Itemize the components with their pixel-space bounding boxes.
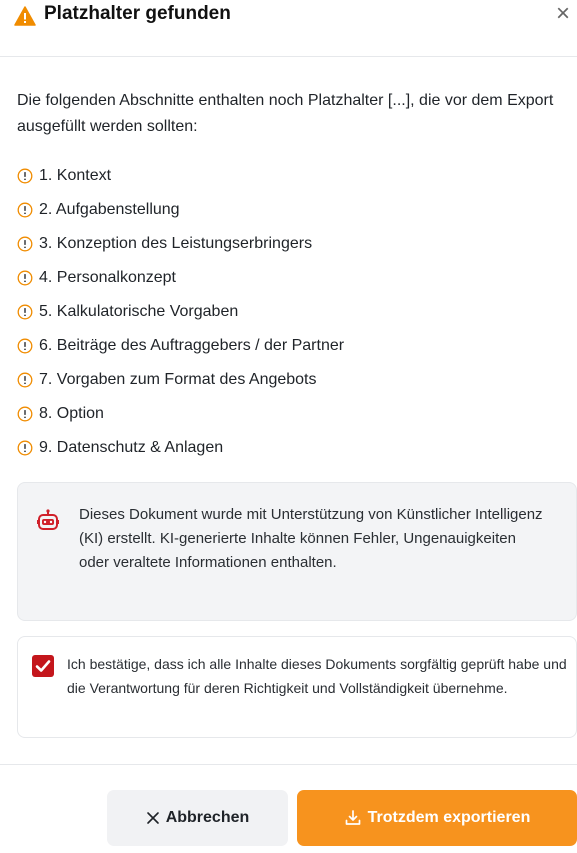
list-item: 1. Kontext: [17, 159, 344, 193]
list-item: 8. Option: [17, 397, 344, 431]
placeholder-message: Die folgenden Abschnitte enthalten noch …: [17, 92, 554, 135]
list-item: 3. Konzeption des Leistungserbringers: [17, 227, 344, 261]
dialog-title: Platzhalter gefunden: [44, 3, 231, 24]
exclamation-circle-icon: [17, 372, 33, 388]
warning-triangle-icon: [14, 6, 36, 26]
confirmation-box: Ich bestätige, dass ich alle Inhalte die…: [17, 636, 577, 738]
cancel-button[interactable]: Abbrechen: [107, 790, 288, 846]
exclamation-circle-icon: [17, 304, 33, 320]
list-item: 4. Personalkonzept: [17, 261, 344, 295]
exclamation-circle-icon: [17, 406, 33, 422]
ai-notice-text: Dieses Dokument wurde mit Unterstützung …: [79, 506, 543, 571]
confirm-label[interactable]: Ich bestätige, dass ich alle Inhalte die…: [67, 652, 572, 700]
list-item: 5. Kalkulatorische Vorgaben: [17, 295, 344, 329]
section-label: 5. Kalkulatorische Vorgaben: [39, 303, 239, 320]
section-label: 2. Aufgabenstellung: [39, 201, 180, 218]
list-item: 7. Vorgaben zum Format des Angebots: [17, 363, 344, 397]
ai-notice-box: Dieses Dokument wurde mit Unterstützung …: [17, 482, 577, 621]
export-label: Trotzdem exportieren: [367, 809, 531, 826]
section-label: 9. Datenschutz & Anlagen: [39, 439, 224, 456]
section-label: 8. Option: [39, 405, 104, 422]
robot-icon: [37, 509, 59, 530]
exclamation-circle-icon: [17, 236, 33, 252]
confirm-checkbox[interactable]: [32, 655, 54, 677]
section-label: 1. Kontext: [39, 167, 112, 184]
list-item: 9. Datenschutz & Anlagen: [17, 431, 344, 465]
section-list: 1. Kontext 2. Aufgabenstellung 3. Konzepti…: [17, 159, 344, 465]
list-item: 2. Aufgabenstellung: [17, 193, 344, 227]
exclamation-circle-icon: [17, 338, 33, 354]
dialog-header: Platzhalter gefunden ×: [0, 0, 577, 57]
list-item: 6. Beiträge des Auftraggebers / der Part…: [17, 329, 344, 363]
section-label: 7. Vorgaben zum Format des Angebots: [39, 371, 317, 388]
section-label: 3. Konzeption des Leistungserbringers: [39, 235, 313, 252]
download-icon: [344, 809, 362, 827]
exclamation-circle-icon: [17, 270, 33, 286]
checkmark-icon: [35, 660, 51, 672]
footer-divider: [0, 764, 577, 765]
exclamation-circle-icon: [17, 168, 33, 184]
close-icon[interactable]: ×: [556, 0, 570, 28]
exclamation-circle-icon: [17, 202, 33, 218]
cancel-label: Abbrechen: [165, 809, 250, 826]
exclamation-circle-icon: [17, 440, 33, 456]
section-label: 6. Beiträge des Auftraggebers / der Part…: [39, 337, 345, 354]
export-button[interactable]: Trotzdem exportieren: [297, 790, 577, 846]
x-icon: [146, 811, 160, 825]
section-label: 4. Personalkonzept: [39, 269, 176, 286]
